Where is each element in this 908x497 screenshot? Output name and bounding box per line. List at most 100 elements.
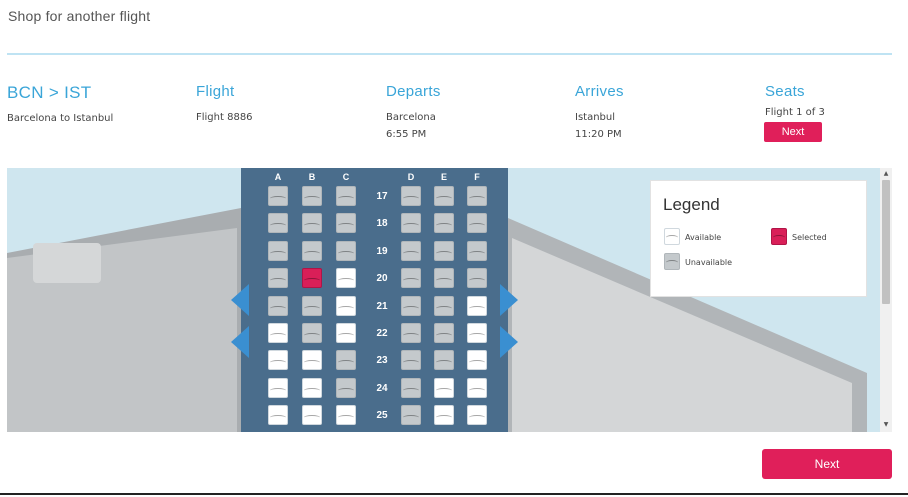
seat-22e <box>434 323 454 343</box>
header-divider <box>7 53 892 55</box>
seat-20e <box>434 268 454 289</box>
seat-17e <box>434 186 454 206</box>
column-letter-c: C <box>342 172 350 182</box>
row-number: 25 <box>376 410 388 422</box>
column-letter-e: E <box>440 172 447 182</box>
column-letter-d: D <box>407 172 415 182</box>
legend-unavailable-label: Unavailable <box>685 258 733 267</box>
arrives-time: 11:20 PM <box>575 129 622 140</box>
route-summary: BCN > IST Barcelona to Istanbul <box>7 83 113 127</box>
seat-21c[interactable] <box>336 295 356 316</box>
flight-summary: Flight Flight 8886 <box>196 83 253 126</box>
arrives-header: Arrives <box>575 83 624 100</box>
scroll-up-icon[interactable]: ▲ <box>883 171 889 177</box>
flight-header: Flight <box>196 83 235 100</box>
seat-23c <box>336 350 356 371</box>
seat-25a[interactable] <box>268 405 288 426</box>
seat-21b <box>302 295 322 316</box>
column-letter-f: F <box>474 172 480 182</box>
seat-19b <box>302 240 322 261</box>
seats-progress: Flight 1 of 3 <box>765 107 825 118</box>
row-number: 20 <box>376 273 388 285</box>
seats-next-button[interactable]: Next <box>764 122 822 142</box>
seat-legend: Legend Available Selected Unavailable <box>650 180 867 297</box>
legend-selected-label: Selected <box>792 233 827 242</box>
seat-24e[interactable] <box>434 377 454 398</box>
seat-map-scrollbar[interactable]: ▲ ▼ <box>880 168 892 432</box>
seat-23b[interactable] <box>302 350 322 371</box>
column-letter-b: B <box>308 172 316 182</box>
seat-21d <box>401 295 421 316</box>
seat-25f[interactable] <box>467 405 487 426</box>
seat-21f[interactable] <box>467 295 487 316</box>
seat-17b <box>302 186 322 206</box>
row-number: 22 <box>376 328 388 339</box>
seat-19e <box>434 240 454 261</box>
departs-city: Barcelona <box>386 112 436 123</box>
seat-selection-page: Shop for another flight BCN > IST Barcel… <box>0 0 908 497</box>
next-button[interactable]: Next <box>762 449 892 479</box>
legend-available-label: Available <box>685 233 722 242</box>
seat-20f <box>467 268 487 289</box>
seat-17a <box>268 186 288 206</box>
shop-another-flight-link[interactable]: Shop for another flight <box>8 8 150 24</box>
seat-18e <box>434 213 454 234</box>
route-description: Barcelona to Istanbul <box>7 113 114 124</box>
scroll-down-icon[interactable]: ▼ <box>883 422 889 428</box>
seat-18a <box>268 213 288 234</box>
row-number: 18 <box>376 218 388 230</box>
seat-17d <box>401 186 421 206</box>
seat-24a[interactable] <box>268 377 288 398</box>
seat-19c <box>336 240 356 261</box>
seat-23a[interactable] <box>268 350 288 371</box>
legend-unavailable-swatch <box>664 253 680 270</box>
seat-21e <box>434 295 454 316</box>
seat-22b <box>302 323 322 343</box>
scrollbar-thumb[interactable] <box>882 180 890 304</box>
seat-18d <box>401 213 421 234</box>
legend-title: Legend <box>663 195 720 214</box>
row-number: 21 <box>376 300 388 312</box>
seat-23d <box>401 350 421 371</box>
scroll-right-arrow-upper[interactable] <box>500 284 518 316</box>
seat-17c <box>336 186 356 206</box>
row-number: 24 <box>376 382 388 394</box>
departs-time: 6:55 PM <box>386 129 427 140</box>
legend-selected-swatch <box>771 228 787 245</box>
seats-header: Seats <box>765 83 805 100</box>
seat-22c[interactable] <box>336 323 356 343</box>
seat-18c <box>336 213 356 234</box>
scroll-left-arrow-upper[interactable] <box>231 284 249 316</box>
seat-23e <box>434 350 454 371</box>
seat-23f[interactable] <box>467 350 487 371</box>
seat-22f[interactable] <box>467 323 487 343</box>
cabin-fuselage: A B C D E F 17 18 19 20 21 22 23 24 25 <box>241 168 508 432</box>
seat-24d <box>401 377 421 398</box>
seat-24b[interactable] <box>302 377 322 398</box>
seat-24c <box>336 377 356 398</box>
seat-22a[interactable] <box>268 323 288 343</box>
row-number: 17 <box>376 191 388 202</box>
seat-25c[interactable] <box>336 405 356 426</box>
seat-17f <box>467 186 487 206</box>
arrives-summary: Arrives Istanbul 11:20 PM <box>575 83 624 143</box>
seat-map: A B C D E F 17 18 19 20 21 22 23 24 25 Legend Availabl… <box>7 168 880 432</box>
seat-19a <box>268 240 288 261</box>
arrives-city: Istanbul <box>575 112 616 123</box>
seat-22d <box>401 323 421 343</box>
scroll-right-arrow-lower[interactable] <box>500 326 518 358</box>
column-letter-a: A <box>274 172 282 182</box>
seat-25b[interactable] <box>302 405 322 426</box>
seat-24f[interactable] <box>467 377 487 398</box>
seat-25e[interactable] <box>434 405 454 426</box>
seat-25d <box>401 405 421 426</box>
seat-20c[interactable] <box>336 268 356 289</box>
seat-19d <box>401 240 421 261</box>
departs-header: Departs <box>386 83 441 100</box>
seat-20a <box>268 268 288 289</box>
departs-summary: Departs Barcelona 6:55 PM <box>386 83 441 143</box>
legend-available-swatch <box>664 228 680 245</box>
seat-20b[interactable] <box>302 268 322 289</box>
route-title: BCN > IST <box>7 83 92 102</box>
scroll-left-arrow-lower[interactable] <box>231 326 249 358</box>
